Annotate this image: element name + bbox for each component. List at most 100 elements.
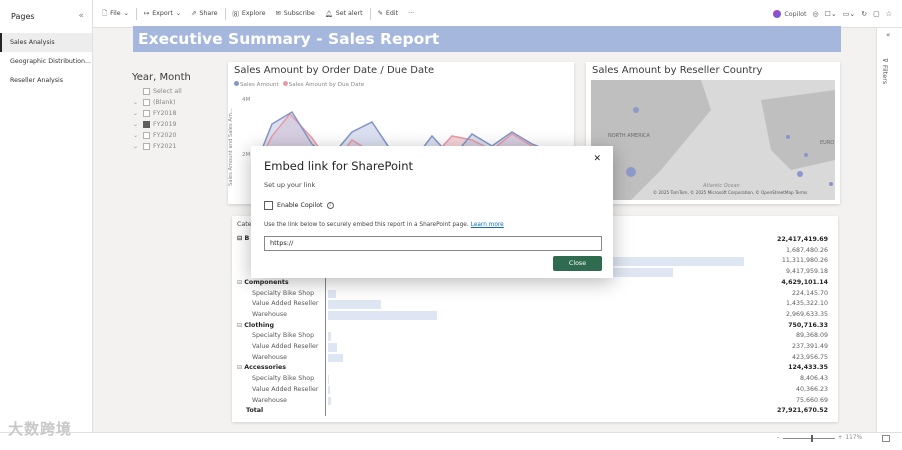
- chevron-down-icon[interactable]: ⌄: [133, 110, 140, 117]
- row-label-text: Value Added Reseller: [252, 385, 319, 393]
- map-label-europe: EURO: [820, 140, 835, 146]
- file-label: File: [110, 10, 121, 17]
- export-menu[interactable]: ↦ Export ⌄: [139, 0, 186, 27]
- line-chart-title: Sales Amount by Order Date / Due Date: [234, 65, 435, 76]
- divider: [369, 7, 371, 20]
- slicer-checkbox[interactable]: [143, 143, 150, 150]
- share-button[interactable]: ⇗ Share: [186, 0, 222, 27]
- slicer-option[interactable]: Select all: [133, 86, 182, 97]
- chevron-down-icon[interactable]: ⌄: [133, 143, 140, 150]
- table-row[interactable]: Specialty Bike Shop 89,368.09: [232, 331, 838, 342]
- row-value: 423,956.75: [791, 353, 828, 361]
- table-row[interactable]: Specialty Bike Shop 8,406.43: [232, 374, 838, 385]
- comment-icon[interactable]: ◎: [812, 10, 818, 18]
- zoom-out-icon[interactable]: –: [777, 435, 780, 441]
- more-options-button[interactable]: ···: [403, 0, 419, 27]
- table-row[interactable]: Warehouse 75,660.69: [232, 396, 838, 407]
- map-area[interactable]: NORTH AMERICA EURO Atlantic Ocean © 2025…: [591, 80, 835, 200]
- slicer-checkbox[interactable]: [143, 110, 150, 117]
- table-row[interactable]: Value Added Reseller 237,391.49: [232, 342, 838, 353]
- table-row[interactable]: Specialty Bike Shop 224,145.70: [232, 289, 838, 300]
- row-value: 750,716.33: [788, 321, 828, 329]
- bell-icon: 🔔︎: [324, 10, 333, 18]
- page-tab[interactable]: Reseller Analysis: [0, 71, 92, 90]
- chevron-left-icon[interactable]: «: [886, 31, 890, 39]
- close-button[interactable]: Close: [553, 256, 602, 271]
- zoom-control[interactable]: – + 117%: [777, 434, 862, 442]
- embed-link-field[interactable]: https://: [264, 236, 602, 251]
- legend-item-due-date[interactable]: Sales Amount by Due Date: [282, 81, 364, 88]
- legend-dot-icon: [282, 81, 288, 86]
- map-label-atlantic: Atlantic Ocean: [703, 183, 740, 189]
- pencil-icon: ✎: [377, 10, 383, 17]
- chevron-down-icon[interactable]: ⌄: [133, 132, 140, 139]
- copilot-label: Copilot: [784, 10, 807, 18]
- slicer-option[interactable]: ⌄ (Blank): [133, 97, 182, 108]
- slicer-option[interactable]: ⌄ FY2021: [133, 141, 182, 152]
- slicer-option[interactable]: ⌄ FY2020: [133, 130, 182, 141]
- collapse-pages-icon[interactable]: «: [78, 11, 84, 21]
- enable-copilot-label: Enable Copilot: [277, 202, 323, 209]
- chat-icon[interactable]: ▢: [873, 10, 880, 18]
- refresh-icon[interactable]: ↻: [861, 10, 867, 18]
- fit-to-page-icon[interactable]: [882, 435, 890, 442]
- subscribe-label: Subscribe: [283, 10, 315, 17]
- chevron-down-icon: ⌄: [175, 10, 182, 17]
- pages-title: Pages: [11, 11, 35, 21]
- slicer-checkbox[interactable]: [143, 132, 150, 139]
- row-value: 89,368.09: [795, 332, 828, 340]
- info-icon[interactable]: i: [326, 202, 334, 209]
- data-bar: [328, 310, 438, 320]
- zoom-thumb[interactable]: [810, 434, 813, 442]
- slicer-option-label: FY2021: [153, 143, 177, 150]
- slicer-checkbox[interactable]: [143, 99, 150, 106]
- row-label-text: Specialty Bike Shop: [252, 375, 315, 383]
- map-visual[interactable]: Sales Amount by Reseller Country NORTH A…: [586, 62, 840, 204]
- subscribe-button[interactable]: ✉ Subscribe: [270, 0, 319, 27]
- filters-text: Filters: [881, 64, 889, 85]
- learn-more-link[interactable]: Learn more: [471, 222, 504, 228]
- page-tab[interactable]: Geographic Distribution...: [0, 52, 92, 71]
- view-icon[interactable]: ▭⌄: [843, 10, 855, 18]
- slicer-checkbox[interactable]: [143, 88, 150, 95]
- table-row[interactable]: Warehouse 2,969,633.35: [232, 310, 838, 321]
- zoom-in-icon[interactable]: +: [838, 435, 843, 441]
- zoom-slider[interactable]: [782, 434, 835, 442]
- copilot-button[interactable]: Copilot: [773, 10, 806, 18]
- table-row[interactable]: Warehouse 423,956.75: [232, 353, 838, 364]
- table-row[interactable]: ⊟ Components 4,629,101.14: [232, 278, 838, 289]
- dialog-title: Embed link for SharePoint: [264, 159, 414, 173]
- set-alert-button[interactable]: 🔔︎ Set alert: [320, 0, 368, 27]
- checkbox-box[interactable]: [264, 201, 273, 210]
- close-icon[interactable]: ✕: [593, 154, 601, 164]
- export-label: Export: [152, 10, 173, 17]
- explore-button[interactable]: ⑻ Explore: [228, 0, 271, 27]
- enable-copilot-checkbox[interactable]: Enable Copilot i: [264, 201, 334, 210]
- data-bar: [328, 396, 331, 406]
- edit-button[interactable]: ✎ Edit: [373, 0, 403, 27]
- row-value: 8,406.43: [799, 375, 828, 383]
- map-attribution: © 2025 TomTom, © 2025 Microsoft Corporat…: [653, 190, 808, 195]
- divider: [224, 7, 226, 20]
- bookmark-icon[interactable]: ☐⌄: [825, 10, 837, 18]
- table-row[interactable]: ⊟ Clothing 750,716.33: [232, 321, 838, 332]
- filters-pane[interactable]: « ⊽ Filters: [876, 28, 902, 432]
- file-menu[interactable]: 🗋 File ⌄: [97, 0, 134, 27]
- slicer-option[interactable]: ⌄ FY2019: [133, 119, 182, 130]
- table-row[interactable]: Value Added Reseller 40,366.23: [232, 385, 838, 396]
- row-label: Specialty Bike Shop: [252, 289, 314, 300]
- row-label-text: Specialty Bike Shop: [252, 289, 315, 297]
- favorite-icon[interactable]: ☆: [886, 10, 892, 18]
- slicer-checkbox[interactable]: [143, 121, 150, 128]
- table-row[interactable]: Total 27,921,670.52: [232, 406, 838, 417]
- legend-item-sales-amount[interactable]: Sales Amount: [234, 81, 279, 88]
- page-tab[interactable]: Sales Analysis: [0, 33, 92, 52]
- slicer-option[interactable]: ⌄ FY2018: [133, 108, 182, 119]
- embed-link-dialog: Embed link for SharePoint ✕ Set up your …: [251, 146, 613, 278]
- row-label: Warehouse: [252, 353, 287, 364]
- chevron-down-icon[interactable]: ⌄: [133, 121, 140, 128]
- y-axis-label: Sales Amount and Sales Am...: [228, 108, 234, 186]
- chevron-down-icon[interactable]: ⌄: [133, 99, 140, 106]
- table-row[interactable]: ⊟ Accessories 124,433.35: [232, 363, 838, 374]
- table-row[interactable]: Value Added Reseller 1,435,322.10: [232, 299, 838, 310]
